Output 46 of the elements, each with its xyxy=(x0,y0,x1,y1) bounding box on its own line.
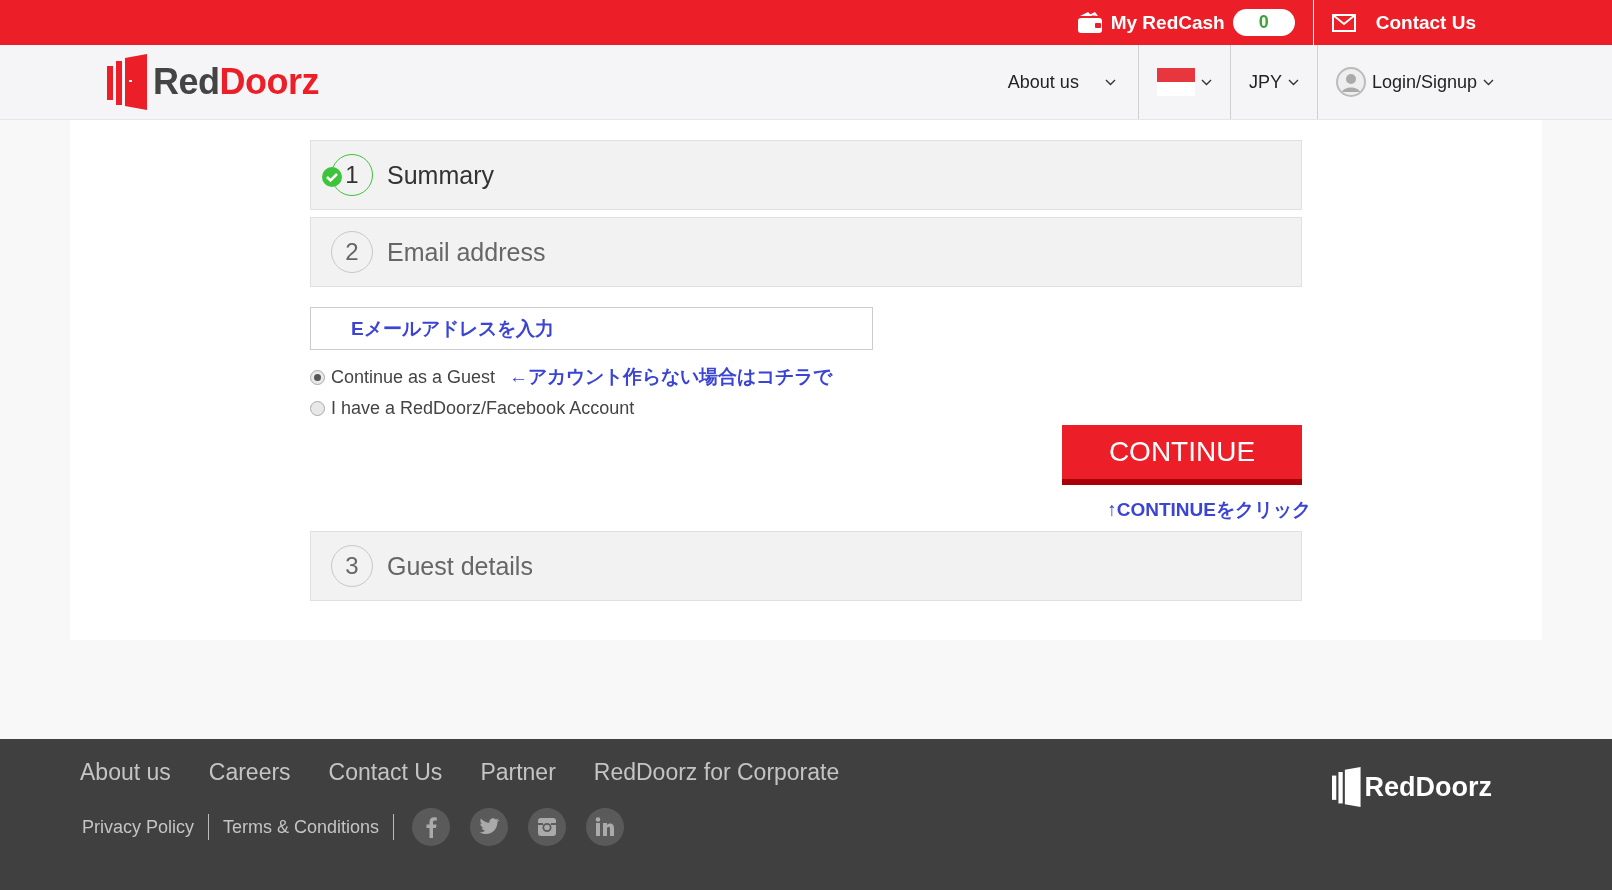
redcash-balance: 0 xyxy=(1232,9,1295,36)
check-icon xyxy=(322,167,342,187)
door-logo-icon xyxy=(107,54,149,110)
linkedin-icon[interactable] xyxy=(586,808,625,846)
chevron-down-icon xyxy=(1287,78,1299,86)
avatar-icon xyxy=(1335,67,1366,97)
currency-selector[interactable]: JPY xyxy=(1229,45,1317,119)
email-input-field[interactable]: Eメールアドレスを入力 xyxy=(310,307,873,350)
step-header[interactable]: 3 Guest details xyxy=(310,531,1302,601)
step-title: Summary xyxy=(387,160,494,190)
chevron-down-icon xyxy=(1483,78,1494,86)
annotation-text: ←アカウント作らない場合はコチラで xyxy=(509,365,833,389)
login-signup-menu[interactable]: Login/Signup xyxy=(1316,45,1512,119)
step-title: Guest details xyxy=(387,551,533,581)
step-header[interactable]: 2 Email address xyxy=(310,217,1302,287)
redcash-label[interactable]: My RedCash xyxy=(1110,11,1225,34)
annotation-text: ↑CONTINUEをクリック xyxy=(1107,498,1311,522)
footer-logo[interactable]: RedDoorz xyxy=(1331,767,1492,807)
about-us-menu[interactable]: About us xyxy=(1007,45,1138,119)
footer-link[interactable]: RedDoorz for Corporate xyxy=(593,759,840,786)
instagram-icon[interactable] xyxy=(528,808,567,846)
footer-link[interactable]: Contact Us xyxy=(328,759,443,786)
radio-button[interactable] xyxy=(310,369,325,385)
twitter-icon[interactable] xyxy=(470,808,509,846)
footer-link[interactable]: Careers xyxy=(208,759,291,786)
reddoorz-logo[interactable]: RedDoorz xyxy=(107,54,319,110)
wallet-icon xyxy=(1076,11,1103,34)
logo-text: RedDoorz xyxy=(153,61,319,103)
chevron-down-icon xyxy=(1104,78,1116,86)
footer-link[interactable]: About us xyxy=(80,759,171,786)
footer-link[interactable]: Partner xyxy=(480,759,556,786)
step-header[interactable]: 1 Summary xyxy=(310,140,1302,210)
option-label: I have a RedDoorz/Facebook Account xyxy=(331,398,635,419)
contact-us-link[interactable]: Contact Us xyxy=(1375,11,1476,34)
step-title: Email address xyxy=(387,237,546,267)
flag-icon xyxy=(1156,68,1195,96)
door-logo-icon xyxy=(1331,767,1362,807)
radio-button[interactable] xyxy=(310,401,325,416)
facebook-icon[interactable] xyxy=(412,808,451,846)
option-label: Continue as a Guest xyxy=(331,366,496,388)
continue-button[interactable]: CONTINUE xyxy=(1062,425,1302,485)
footer-link[interactable]: Privacy Policy xyxy=(80,814,210,840)
chevron-down-icon xyxy=(1200,78,1212,86)
logo-text: RedDoorz xyxy=(1364,771,1492,803)
mail-icon xyxy=(1331,13,1356,32)
footer-link[interactable]: Terms & Conditions xyxy=(209,814,395,840)
